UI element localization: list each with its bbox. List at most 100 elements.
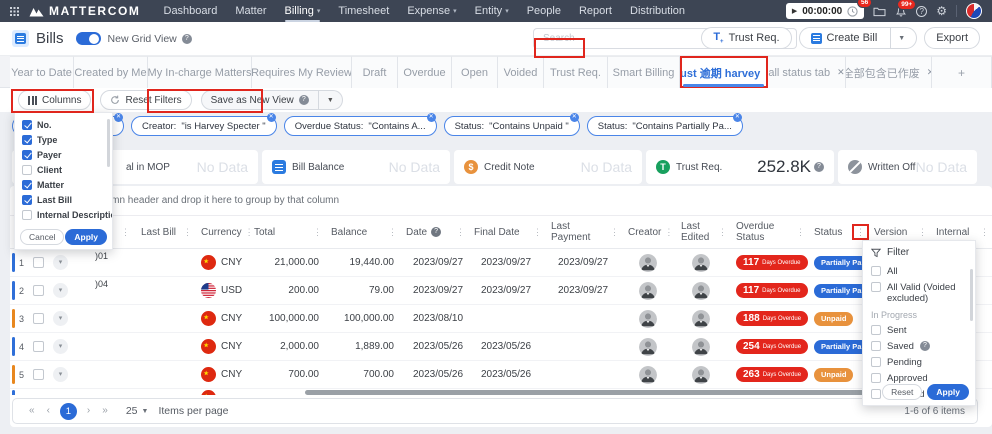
grid-view-help-icon[interactable]: ?	[182, 34, 192, 44]
save-view-dropdown-arrow[interactable]: ▼	[319, 90, 343, 110]
columns-apply-button[interactable]: Apply	[65, 229, 107, 245]
column-option-payer[interactable]: Payer	[15, 147, 112, 162]
column-menu-icon[interactable]: ⋮	[385, 225, 400, 239]
column-menu-icon[interactable]: ⋮	[977, 225, 992, 239]
save-view-help-icon[interactable]: ?	[299, 95, 309, 105]
first-page-button[interactable]: «	[25, 403, 39, 419]
last-page-button[interactable]: »	[98, 403, 112, 419]
columns-panel-scrollbar[interactable]	[107, 119, 110, 167]
nav-item-report[interactable]: Report	[570, 0, 621, 22]
checkbox-unchecked[interactable]	[871, 373, 881, 383]
nav-item-matter[interactable]: Matter	[226, 0, 275, 22]
prev-page-button[interactable]: ‹	[43, 403, 54, 419]
checkbox-unchecked[interactable]	[871, 341, 881, 351]
last-edited-avatar[interactable]	[692, 310, 710, 328]
create-bill-button[interactable]: Create Bill ▼	[799, 27, 918, 49]
nav-item-distribution[interactable]: Distribution	[621, 0, 694, 22]
creator-avatar[interactable]	[639, 366, 657, 384]
column-header-final-date[interactable]: Final Date⋮	[468, 216, 545, 248]
filter-option-help-icon[interactable]: ?	[920, 341, 930, 351]
current-page-button[interactable]: 1	[60, 403, 77, 420]
export-button[interactable]: Export	[924, 27, 980, 49]
creator-avatar[interactable]	[639, 310, 657, 328]
tab-item[interactable]: 全部包含已作废✕	[846, 56, 932, 88]
next-page-button[interactable]: ›	[83, 403, 94, 419]
row-expander-icon[interactable]: ▾	[53, 339, 68, 354]
bill-row-4[interactable]: 4▾CNY2,000.001,889.002023/05/262023/05/2…	[10, 333, 992, 361]
nav-item-timesheet[interactable]: Timesheet	[329, 0, 398, 22]
column-menu-icon[interactable]: ⋮	[715, 225, 730, 239]
bill-row-3[interactable]: 3▾CNY100,000.00100,000.002023/08/10188Da…	[10, 305, 992, 333]
close-tab-icon[interactable]: ✕	[837, 67, 845, 78]
columns-button[interactable]: Columns	[18, 90, 91, 110]
tab-all-status-tab[interactable]: all status tab✕	[768, 56, 846, 88]
user-avatar[interactable]	[966, 3, 982, 19]
filter-apply-button[interactable]: Apply	[927, 384, 969, 400]
row-expander-icon[interactable]: ▾	[53, 311, 68, 326]
column-header-date[interactable]: Date?⋮	[400, 216, 468, 248]
add-tab-button[interactable]: +	[932, 56, 992, 88]
column-header-currency[interactable]: Currency⋮	[195, 216, 248, 248]
column-menu-icon[interactable]: ⋮	[453, 225, 468, 239]
tab-voided[interactable]: Voided	[498, 56, 544, 88]
filter-chip-status-contains-unpaid[interactable]: Status:"Contains Unpaid "✕	[444, 116, 580, 136]
bill-row-1[interactable]: 1▾)01CNY21,000.0019,440.002023/09/272023…	[10, 249, 992, 277]
column-menu-icon[interactable]: ⋮	[793, 225, 808, 239]
column-option-client[interactable]: Client	[15, 162, 112, 177]
timer-button[interactable]: ▶ 00:00:00 56	[786, 3, 864, 19]
tab-year-to-date[interactable]: Year to Date	[10, 56, 74, 88]
remove-chip-icon[interactable]: ✕	[570, 113, 579, 122]
remove-chip-icon[interactable]: ✕	[114, 113, 123, 122]
app-grid-icon[interactable]	[10, 7, 19, 16]
column-menu-icon[interactable]: ⋮	[530, 225, 545, 239]
column-option-matter[interactable]: Matter	[15, 177, 112, 192]
checkbox-unchecked[interactable]	[22, 165, 32, 175]
row-checkbox[interactable]	[33, 341, 44, 352]
stat-help-icon[interactable]: ?	[814, 162, 824, 172]
last-edited-avatar[interactable]	[692, 366, 710, 384]
remove-chip-icon[interactable]: ✕	[267, 113, 276, 122]
tab-trust-harvey[interactable]: trust 逾期 harvey✕	[680, 56, 768, 88]
column-menu-icon[interactable]: ⋮	[118, 225, 133, 239]
column-option-internal-description[interactable]: Internal Description	[15, 207, 112, 222]
filter-reset-button[interactable]: Reset	[882, 384, 922, 400]
tab-my-in-charge-matters[interactable]: My In-charge Matters	[148, 56, 252, 88]
workspace-folder-icon[interactable]	[873, 6, 886, 17]
notifications-bell-icon[interactable]: 99+	[895, 5, 907, 17]
column-menu-icon[interactable]: ⋮	[607, 225, 622, 239]
tab-open[interactable]: Open	[452, 56, 498, 88]
nav-item-people[interactable]: People	[518, 0, 570, 22]
filter-chip-creator-is-harvey-specter[interactable]: Creator:"is Harvey Specter "✕	[131, 116, 277, 136]
row-checkbox[interactable]	[33, 369, 44, 380]
column-menu-icon[interactable]: ⋮	[915, 225, 930, 239]
column-help-icon[interactable]: ?	[431, 227, 441, 237]
last-edited-avatar[interactable]	[692, 282, 710, 300]
checkbox-checked[interactable]	[22, 150, 32, 160]
column-header-last-payment[interactable]: Last Payment⋮	[545, 216, 622, 248]
column-header-last-bill[interactable]: Last Bill⋮	[135, 216, 195, 248]
columns-cancel-button[interactable]: Cancel	[20, 229, 64, 245]
row-expander-icon[interactable]: ▾	[53, 255, 68, 270]
filter-option-pending[interactable]: Pending	[863, 354, 975, 370]
new-grid-view-toggle[interactable]	[76, 32, 101, 45]
tab-smart-billing[interactable]: Smart Billing	[608, 56, 680, 88]
page-size-select[interactable]: 25 ▼	[126, 405, 149, 417]
nav-item-entity[interactable]: Entity▾	[466, 0, 518, 22]
column-option-type[interactable]: Type	[15, 132, 112, 147]
tab-requires-my-review[interactable]: Requires My Review	[252, 56, 352, 88]
brand-logo[interactable]: MATTERCOM	[29, 4, 141, 18]
checkbox-checked[interactable]	[22, 120, 32, 130]
create-bill-dropdown-arrow[interactable]: ▼	[890, 28, 905, 48]
reset-filters-button[interactable]: Reset Filters	[100, 90, 191, 110]
creator-avatar[interactable]	[639, 282, 657, 300]
filter-option-sent[interactable]: Sent	[863, 322, 975, 338]
settings-gear-icon[interactable]: ⚙	[936, 5, 947, 17]
group-by-bar[interactable]: Drag a column header and drop it here to…	[10, 186, 992, 216]
last-edited-avatar[interactable]	[692, 338, 710, 356]
row-expander-icon[interactable]: ▾	[53, 283, 68, 298]
column-header-overdue-status[interactable]: Overdue Status⋮	[730, 216, 808, 248]
column-menu-icon[interactable]: ⋮	[310, 225, 325, 239]
column-menu-icon[interactable]: ⋮	[853, 225, 868, 239]
filter-panel-scrollbar[interactable]	[970, 269, 973, 321]
column-menu-icon[interactable]: ⋮	[180, 225, 195, 239]
